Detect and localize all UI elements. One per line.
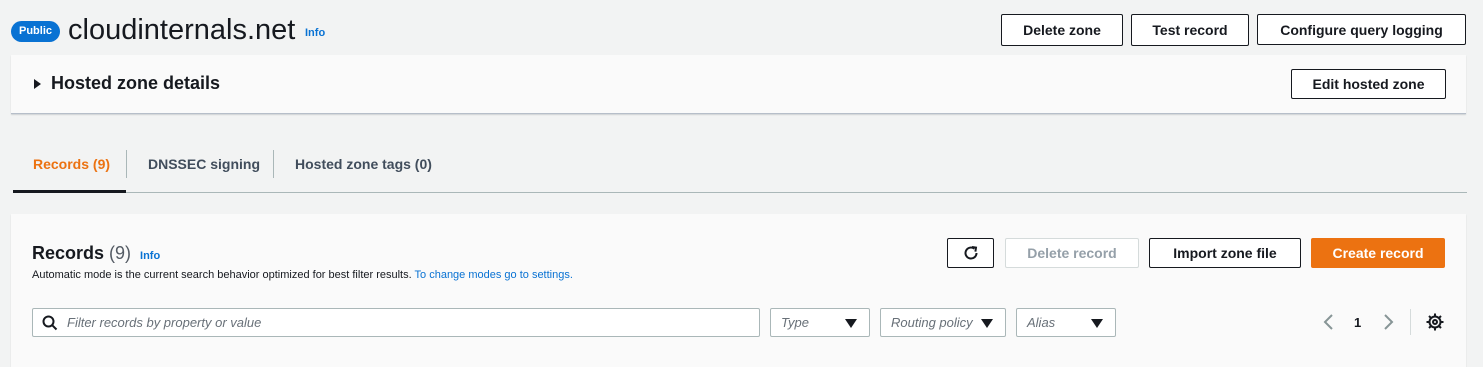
tab-records[interactable]: Records (9)	[33, 151, 110, 177]
tabs-rule	[13, 192, 1467, 193]
search-field[interactable]	[32, 308, 760, 337]
create-record-button[interactable]: Create record	[1311, 238, 1445, 268]
type-filter-label: Type	[781, 315, 809, 330]
search-mode-text: Automatic mode is the current search beh…	[32, 269, 412, 281]
records-header: Records (9) Info	[32, 243, 160, 264]
dropdown-arrow-icon	[981, 319, 993, 328]
hosted-zone-details-title: Hosted zone details	[51, 73, 221, 93]
edit-hosted-zone-button[interactable]: Edit hosted zone	[1291, 69, 1446, 99]
page-title: cloudinternals.net	[68, 14, 296, 46]
refresh-icon	[964, 246, 978, 260]
active-tab-indicator	[13, 190, 126, 193]
tab-hosted-zone-tags[interactable]: Hosted zone tags (0)	[295, 151, 432, 177]
routing-policy-filter-label: Routing policy	[891, 315, 973, 330]
type-filter-select[interactable]: Type	[770, 308, 870, 337]
dropdown-arrow-icon	[1091, 319, 1103, 328]
records-count: (9)	[109, 243, 132, 263]
records-panel	[11, 214, 1466, 367]
tab-divider	[126, 150, 127, 178]
hosted-zone-details-panel: Hosted zone details Edit hosted zone	[11, 55, 1466, 114]
caret-right-icon	[34, 78, 41, 89]
previous-page-icon[interactable]	[1322, 313, 1336, 331]
tab-divider	[273, 150, 274, 178]
current-page-number[interactable]: 1	[1354, 315, 1361, 330]
search-icon	[42, 315, 58, 331]
import-zone-file-button[interactable]: Import zone file	[1149, 238, 1301, 268]
hosted-zone-details-toggle[interactable]: Hosted zone details	[34, 73, 220, 94]
search-input[interactable]	[67, 309, 747, 336]
public-badge: Public	[11, 21, 61, 42]
alias-filter-select[interactable]: Alias	[1016, 308, 1116, 337]
alias-filter-label: Alias	[1027, 315, 1056, 330]
configure-query-logging-button[interactable]: Configure query logging	[1257, 14, 1466, 45]
tab-dnssec-signing[interactable]: DNSSEC signing	[148, 151, 260, 177]
test-record-button[interactable]: Test record	[1131, 14, 1249, 46]
delete-record-button[interactable]: Delete record	[1005, 238, 1139, 268]
dropdown-arrow-icon	[845, 319, 857, 328]
title-info-link[interactable]: Info	[305, 27, 325, 39]
refresh-button[interactable]	[947, 238, 994, 268]
next-page-icon[interactable]	[1381, 313, 1395, 331]
settings-gear-icon[interactable]	[1425, 312, 1445, 332]
records-title: Records	[32, 243, 105, 263]
routing-policy-filter-select[interactable]: Routing policy	[880, 308, 1006, 337]
records-info-link[interactable]: Info	[140, 250, 160, 262]
change-modes-link[interactable]: To change modes go to settings.	[415, 269, 573, 281]
search-mode-description: Automatic mode is the current search beh…	[32, 269, 573, 281]
pagination-divider	[1410, 309, 1411, 335]
delete-zone-button[interactable]: Delete zone	[1001, 14, 1123, 46]
